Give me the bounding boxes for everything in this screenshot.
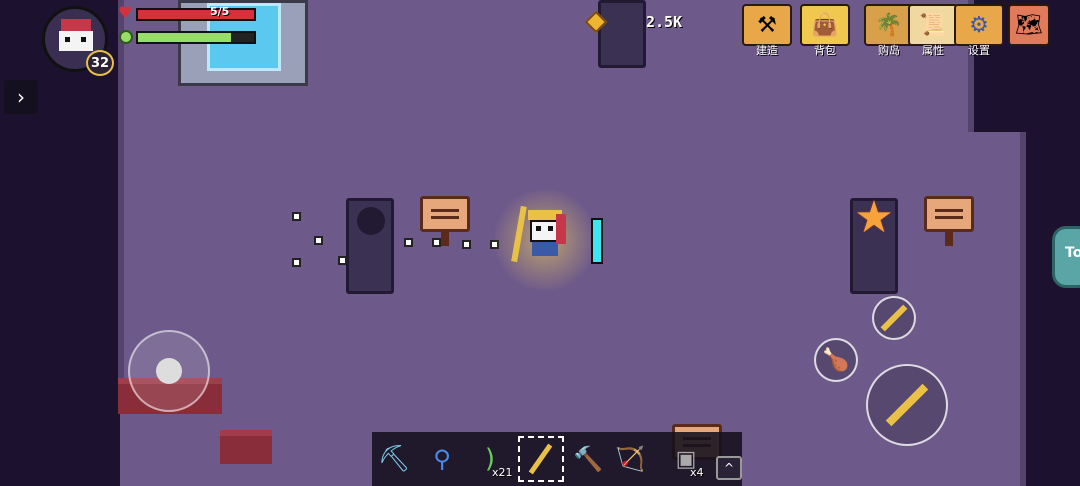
- dungeon-floor-extension: [972, 132, 1024, 486]
- map-icon: 🗺: [1015, 12, 1043, 38]
- island-shop-button[interactable]: 🌴: [864, 4, 914, 46]
- drumstick-icon: 🍗: [822, 347, 850, 373]
- sign-post: [945, 232, 953, 246]
- hammer-icon: 🔨: [573, 445, 603, 473]
- toolbar-slot-golden-spear[interactable]: [518, 436, 562, 482]
- info-sign-left[interactable]: [420, 196, 470, 232]
- star-icon: ★: [854, 192, 894, 243]
- energy-bar-fill: [138, 33, 231, 42]
- attributes-button[interactable]: 📜: [908, 4, 958, 46]
- level-badge: 32: [86, 50, 114, 76]
- shield-bar: [591, 218, 603, 264]
- crossbow-icon: 🏹: [615, 445, 645, 473]
- gear-icon: ⚙: [969, 12, 989, 38]
- trail-dot: [404, 238, 413, 247]
- energy-icon: [119, 30, 133, 44]
- bag-label: 背包: [814, 44, 836, 57]
- settings-label: 设置: [968, 44, 990, 57]
- currency-amount: 2.5K: [646, 13, 683, 31]
- toolbar-slot-pickaxe[interactable]: ⛏: [372, 436, 416, 482]
- health-bar-fill: [138, 10, 254, 19]
- sign-post: [441, 232, 449, 246]
- health-bar: [136, 8, 256, 21]
- trail-dot: [292, 258, 301, 267]
- wall-edge-right-lower: [1020, 132, 1026, 486]
- pedestal-top[interactable]: [598, 0, 646, 68]
- bag-icon: 👜: [811, 12, 839, 38]
- wall-edge-left: [118, 0, 124, 378]
- brick-wall-step: [220, 430, 272, 464]
- anvil-icon: ⚒: [757, 12, 777, 38]
- toolbar-slot-shovel[interactable]: ⚲: [420, 436, 464, 482]
- trail-dot: [432, 238, 441, 247]
- trail-dot: [338, 256, 347, 265]
- trail-dot: [292, 212, 301, 221]
- info-sign-right[interactable]: [924, 196, 974, 232]
- right-side-tab[interactable]: To: [1052, 226, 1080, 288]
- settings-button[interactable]: ⚙: [954, 4, 1004, 46]
- player-character: [526, 210, 566, 256]
- dark-orb-icon: [357, 207, 385, 235]
- map-button[interactable]: 🗺: [1008, 4, 1050, 46]
- heart-icon: ♥: [118, 3, 133, 22]
- joystick-knob[interactable]: [156, 358, 182, 384]
- toolbar-slot-hammer[interactable]: 🔨: [566, 436, 610, 482]
- attributes-label: 属性: [922, 44, 944, 57]
- chevron-right-icon: ›: [17, 85, 25, 109]
- scroll-character-icon: 📜: [919, 12, 947, 38]
- golden-spear-icon: [885, 383, 929, 427]
- build-label: 建造: [756, 44, 778, 57]
- island-shop-label: 购岛: [878, 44, 900, 57]
- pedestal-left[interactable]: [346, 198, 394, 294]
- energy-bar: [136, 31, 256, 44]
- trail-dot: [462, 240, 471, 249]
- build-button[interactable]: ⚒: [742, 4, 792, 46]
- food-item-button[interactable]: 🍗: [814, 338, 858, 382]
- bow-count: x21: [492, 466, 513, 479]
- pickaxe-icon: ⛏: [377, 444, 411, 474]
- toolbar-slot-crossbow[interactable]: 🏹: [608, 436, 652, 482]
- weapon-swap-button[interactable]: [872, 296, 916, 340]
- golden-spear-icon: [880, 304, 908, 332]
- golden-spear-icon: [528, 443, 552, 475]
- health-text: 5/5: [210, 5, 230, 18]
- bag-button[interactable]: 👜: [800, 4, 850, 46]
- trail-dot: [314, 236, 323, 245]
- shovel-icon: ⚲: [433, 445, 451, 473]
- toolbar-expand-button[interactable]: ^: [716, 456, 742, 480]
- attack-button[interactable]: [866, 364, 948, 446]
- chest-count: x4: [690, 466, 704, 479]
- island-icon: 🌴: [875, 12, 903, 38]
- side-panel-toggle[interactable]: ›: [4, 80, 38, 114]
